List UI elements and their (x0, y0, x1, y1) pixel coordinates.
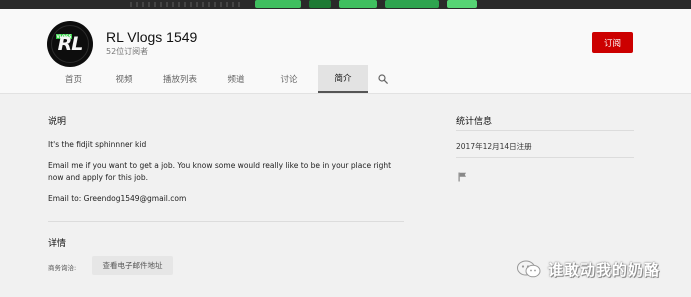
section-divider (48, 221, 404, 222)
channel-header: VLOGS RL RL Vlogs 1549 52位订阅者 订阅 首页 视频 播… (0, 9, 691, 94)
joined-date: 2017年12月14日注册 (456, 142, 532, 151)
avatar-monogram: RL (57, 33, 84, 55)
subscriber-count: 52位订阅者 (106, 47, 149, 56)
business-inquiries-label: 商务询洽: (48, 264, 77, 272)
tab-videos[interactable]: 视频 (100, 65, 148, 93)
tab-channels[interactable]: 频道 (212, 65, 260, 93)
tab-playlists[interactable]: 播放列表 (148, 65, 212, 93)
description-line-1: It's the fidjit sphinnner kid (48, 140, 147, 149)
tab-home[interactable]: 首页 (47, 65, 100, 93)
description-line-2: Email me if you want to get a job. You k… (48, 161, 392, 182)
flag-icon (458, 172, 466, 182)
description-heading: 说明 (48, 117, 67, 127)
tab-about[interactable]: 简介 (318, 65, 368, 93)
search-icon (378, 74, 388, 84)
report-flag-button[interactable] (458, 167, 467, 186)
stats-heading: 统计信息 (456, 117, 493, 127)
wechat-icon (517, 260, 541, 278)
channel-search-button[interactable] (368, 65, 398, 93)
watermark: 谁敢动我的奶酪 (516, 258, 660, 280)
stats-divider-2 (456, 157, 634, 158)
details-heading: 详情 (48, 239, 67, 249)
banner-art (255, 0, 510, 9)
channel-banner (0, 0, 691, 9)
tab-discussion[interactable]: 讨论 (260, 65, 318, 93)
stats-divider (456, 130, 634, 131)
banner-pattern (130, 2, 240, 7)
channel-tabs: 首页 视频 播放列表 频道 讨论 简介 (47, 65, 398, 93)
subscribe-button[interactable]: 订阅 (592, 32, 633, 53)
watermark-text: 谁敢动我的奶酪 (548, 260, 661, 279)
view-email-button[interactable]: 查看电子邮件地址 (92, 256, 173, 275)
channel-name: RL Vlogs 1549 (106, 29, 198, 45)
channel-avatar[interactable]: VLOGS RL (47, 21, 93, 67)
description-line-3: Email to: Greendog1549@gmail.com (48, 194, 187, 203)
